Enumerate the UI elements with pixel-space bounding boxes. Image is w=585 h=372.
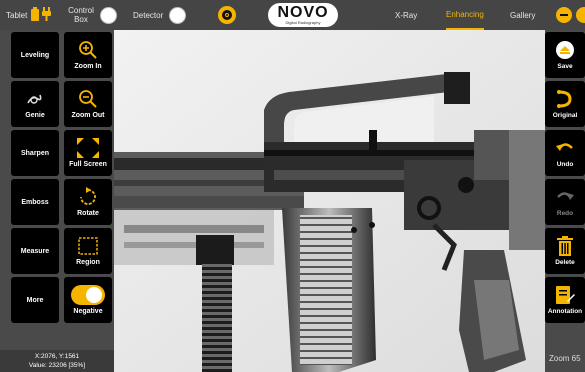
tab-gallery[interactable]: Gallery bbox=[510, 0, 535, 30]
rotate-button[interactable]: Rotate bbox=[64, 179, 112, 225]
leveling-label: Leveling bbox=[20, 51, 50, 59]
measure-label: Measure bbox=[20, 247, 50, 255]
battery-icon bbox=[31, 7, 40, 23]
control-box-status[interactable]: Control Box bbox=[64, 0, 117, 30]
save-button[interactable]: Save bbox=[545, 32, 585, 78]
sharpen-label: Sharpen bbox=[20, 149, 49, 157]
tablet-label: Tablet bbox=[6, 10, 28, 20]
zoom-out-icon bbox=[77, 89, 99, 109]
detector-status[interactable]: Detector bbox=[133, 0, 187, 30]
full-screen-button[interactable]: Full Screen bbox=[64, 130, 112, 176]
tab-enhancing[interactable]: Enhancing bbox=[446, 0, 484, 30]
sharpen-button[interactable]: Sharpen bbox=[11, 130, 59, 176]
full-screen-icon bbox=[77, 138, 99, 158]
value-readout: Value: 23206 [35%] bbox=[28, 362, 86, 369]
leveling-button[interactable]: Leveling bbox=[11, 32, 59, 78]
zoom-out-button[interactable]: Zoom Out bbox=[64, 81, 112, 127]
radiation-icon[interactable] bbox=[218, 6, 236, 24]
detector-label: Detector bbox=[133, 10, 164, 20]
close-icon[interactable] bbox=[576, 7, 585, 23]
zoom-in-label: Zoom In bbox=[74, 63, 102, 70]
app-window: Tablet Control Box Detector NOVO Digital… bbox=[0, 0, 585, 372]
minimize-icon[interactable] bbox=[556, 7, 572, 23]
region-label: Region bbox=[76, 259, 100, 266]
trash-icon bbox=[555, 236, 575, 256]
logo-subtext: Digital Radiography bbox=[285, 20, 321, 25]
undo-button[interactable]: Undo bbox=[545, 130, 585, 176]
undo-icon bbox=[555, 138, 575, 158]
more-label: More bbox=[26, 296, 44, 304]
genie-button[interactable]: Genie bbox=[11, 81, 59, 127]
save-icon bbox=[555, 40, 575, 60]
original-label: Original bbox=[552, 112, 578, 119]
tab-gallery-label: Gallery bbox=[510, 10, 536, 20]
region-button[interactable]: Region bbox=[64, 228, 112, 274]
undo-label: Undo bbox=[556, 161, 574, 168]
annotation-button[interactable]: Annotation bbox=[545, 277, 585, 323]
status-readout: X:2076, Y:1561 Value: 23206 [35%] bbox=[0, 350, 114, 372]
full-screen-label: Full Screen bbox=[69, 161, 107, 168]
rotate-label: Rotate bbox=[77, 210, 99, 217]
novo-logo: NOVO Digital Radiography bbox=[268, 3, 338, 27]
emboss-button[interactable]: Emboss bbox=[11, 179, 59, 225]
delete-button[interactable]: Delete bbox=[545, 228, 585, 274]
top-bar: Tablet Control Box Detector NOVO Digital… bbox=[0, 0, 585, 30]
genie-icon bbox=[24, 89, 46, 109]
detector-toggle[interactable] bbox=[169, 6, 187, 24]
negative-label: Negative bbox=[73, 308, 103, 315]
tab-xray-label: X-Ray bbox=[395, 10, 418, 20]
zoom-level: Zoom 65 bbox=[549, 354, 581, 363]
annotation-label: Annotation bbox=[547, 308, 583, 315]
right-tool-panel: Save Original Undo Redo Delete Annotatio… bbox=[545, 30, 585, 372]
plug-icon bbox=[42, 7, 52, 23]
zoom-in-button[interactable]: Zoom In bbox=[64, 32, 112, 78]
tablet-status: Tablet bbox=[6, 0, 52, 30]
negative-toggle-icon bbox=[71, 285, 105, 305]
negative-button[interactable]: Negative bbox=[64, 277, 112, 323]
annotation-icon bbox=[555, 285, 575, 305]
region-icon bbox=[77, 236, 99, 256]
delete-label: Delete bbox=[555, 259, 575, 266]
emboss-label: Emboss bbox=[21, 198, 49, 206]
rotate-icon bbox=[77, 187, 99, 207]
redo-icon bbox=[555, 187, 575, 207]
original-icon bbox=[555, 89, 575, 109]
left-tool-panel: Leveling Zoom In Genie Zoom Out Sharpen bbox=[0, 30, 114, 372]
redo-button[interactable]: Redo bbox=[545, 179, 585, 225]
control-box-label: Control Box bbox=[68, 6, 94, 24]
more-button[interactable]: More bbox=[11, 277, 59, 323]
tab-enhancing-label: Enhancing bbox=[446, 9, 484, 19]
original-button[interactable]: Original bbox=[545, 81, 585, 127]
control-box-toggle[interactable] bbox=[100, 6, 117, 24]
zoom-in-icon bbox=[77, 40, 99, 60]
xray-image bbox=[114, 30, 545, 372]
measure-button[interactable]: Measure bbox=[11, 228, 59, 274]
save-label: Save bbox=[557, 63, 573, 70]
coords-readout: X:2076, Y:1561 bbox=[34, 353, 80, 360]
genie-label: Genie bbox=[25, 112, 45, 119]
logo-text: NOVO bbox=[277, 4, 329, 21]
xray-image-viewer[interactable] bbox=[114, 30, 545, 372]
redo-label: Redo bbox=[556, 210, 574, 217]
tab-xray[interactable]: X-Ray bbox=[395, 0, 417, 30]
zoom-out-label: Zoom Out bbox=[71, 112, 105, 119]
